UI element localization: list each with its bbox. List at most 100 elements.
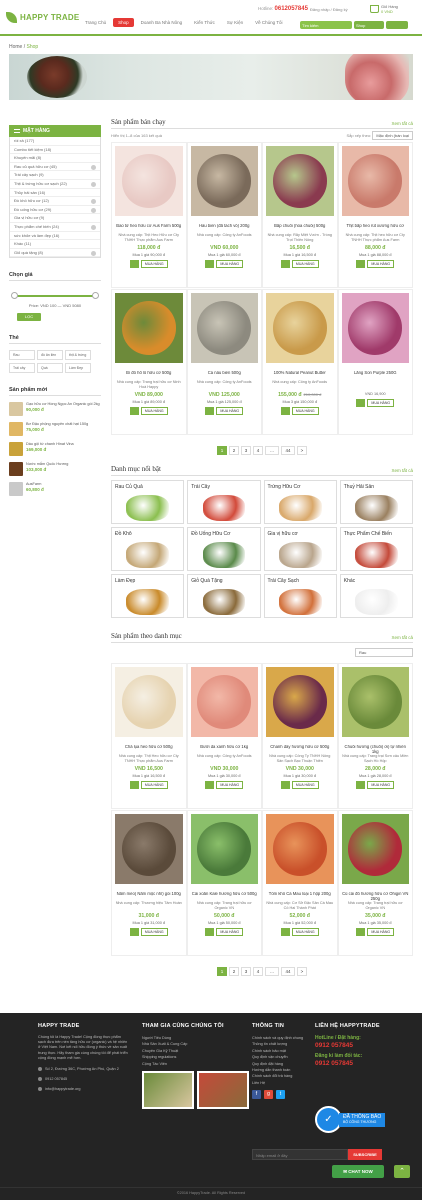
view-all-link[interactable]: Xem tất cả	[391, 121, 413, 126]
product-name[interactable]: Thịt bắp heo rút xương hữu cơ	[342, 224, 410, 233]
buy-button[interactable]: MUA HÀNG	[367, 781, 395, 789]
buy-button[interactable]: MUA HÀNG	[140, 407, 168, 415]
page-link[interactable]: 2	[229, 446, 239, 455]
category-item[interactable]: Giỏ quà tặng (8)	[10, 249, 100, 258]
cart-icon[interactable]	[356, 928, 366, 936]
slider-min-handle[interactable]	[11, 292, 18, 300]
page-link[interactable]: 3	[241, 967, 251, 976]
cart-icon[interactable]	[129, 928, 139, 936]
logo[interactable]: HAPPY TRADE	[6, 11, 80, 23]
product-image[interactable]	[190, 146, 258, 216]
product-image[interactable]	[341, 293, 409, 363]
page-link[interactable]: 3	[241, 446, 251, 455]
buy-button[interactable]: MUA HÀNG	[216, 781, 244, 789]
product-name[interactable]: Lăng Son Purple 250G	[342, 371, 410, 380]
page-link[interactable]: 4	[253, 967, 263, 976]
cart-button[interactable]: Giỏ Hàng 0 VND	[370, 4, 398, 14]
nav-knowledge[interactable]: Kiến Thức	[189, 18, 220, 27]
filter-button[interactable]: LỌC	[17, 313, 41, 322]
new-product-image[interactable]	[9, 462, 23, 477]
product-image[interactable]	[266, 667, 334, 737]
price-slider[interactable]	[11, 292, 99, 300]
tag-item[interactable]: thịt & trứng	[65, 350, 91, 361]
product-image[interactable]	[190, 667, 258, 737]
product-image[interactable]	[115, 667, 183, 737]
catalog-tile[interactable]: Giỏ Quà Tặng	[187, 574, 261, 618]
footer-hotline[interactable]: 0912 057845	[315, 1042, 415, 1050]
page-link[interactable]: ...	[265, 446, 279, 455]
product-image[interactable]	[266, 146, 334, 216]
catalog-tile[interactable]: Trái Cây Sạch	[263, 574, 337, 618]
subscribe-button[interactable]: SUBSCRIBE	[348, 1149, 382, 1160]
cart-icon[interactable]	[205, 260, 215, 268]
twitter-icon[interactable]: t	[276, 1090, 285, 1100]
new-product-item[interactable]: Gạo hữu cơ Hồng Ngọc An Organic gói 2kg 9…	[9, 402, 101, 417]
footer-info-link[interactable]: Liên Hệ	[252, 1080, 310, 1086]
search-button[interactable]	[386, 21, 408, 29]
buy-button[interactable]: MUA HÀNG	[216, 407, 244, 415]
cart-icon[interactable]	[205, 928, 215, 936]
nav-farmers[interactable]: Doanh Ba Nhà Nông	[136, 18, 188, 27]
cart-icon[interactable]	[356, 399, 366, 407]
category-item[interactable]: Thủy hải sản (16)	[10, 189, 100, 198]
ministry-badge[interactable]: ✓ ĐÃ THÔNG BÁO BỘ CÔNG THƯƠNG	[315, 1106, 386, 1133]
product-image[interactable]	[341, 146, 409, 216]
page-link[interactable]: ...	[265, 967, 279, 976]
search-input[interactable]: Tìm kiếm	[300, 21, 352, 29]
footer-photo-1[interactable]	[142, 1071, 194, 1110]
category-item[interactable]: Đồ uống hữu cơ (29)	[10, 206, 100, 215]
cart-icon[interactable]	[205, 407, 215, 415]
category-item[interactable]: rồi xả (177)	[10, 137, 100, 146]
category-item[interactable]: Gia vị hữu cơ (9)	[10, 214, 100, 223]
catalog-tile[interactable]: Khác	[339, 574, 413, 618]
product-image[interactable]	[115, 146, 183, 216]
catalog-view-all[interactable]: Xem tất cả	[391, 468, 413, 473]
product-name[interactable]: Chuối hương (chuối) ơi) tự nhiên 1kg	[342, 745, 410, 754]
facebook-icon[interactable]: f	[252, 1090, 261, 1100]
expand-icon[interactable]	[91, 164, 96, 170]
catalog-tile[interactable]: Rau Củ Quả	[111, 480, 185, 524]
category-item[interactable]: sức khỏe và làm đẹp (16)	[10, 232, 100, 241]
buy-button[interactable]: MUA HÀNG	[140, 260, 168, 268]
buy-button[interactable]: MUA HÀNG	[367, 399, 395, 407]
catalog-tile[interactable]: Trứng Hữu Cơ	[263, 480, 337, 524]
buy-button[interactable]: MUA HÀNG	[140, 928, 168, 936]
page-link[interactable]: 44	[281, 446, 295, 455]
tag-item[interactable]: Rau	[9, 350, 35, 361]
page-link[interactable]: >	[297, 446, 307, 455]
page-link[interactable]: 2	[229, 967, 239, 976]
catalog-tile[interactable]: Đồ Uống Hữu Cơ	[187, 527, 261, 571]
new-product-item[interactable]: Dầu gội từ chanh Hinat Vina 169,000 đ	[9, 442, 101, 457]
buy-button[interactable]: MUA HÀNG	[216, 260, 244, 268]
page-link[interactable]: 44	[281, 967, 295, 976]
footer-email[interactable]: info@happytrade.org	[38, 1087, 130, 1092]
page-link[interactable]: 1	[217, 446, 227, 455]
tag-item[interactable]: Quà	[37, 363, 63, 374]
cart-icon[interactable]	[129, 260, 139, 268]
expand-icon[interactable]	[91, 181, 96, 187]
category-item[interactable]: Khuyến mãi (8)	[10, 154, 100, 163]
buy-button[interactable]: MUA HÀNG	[216, 928, 244, 936]
nav-home[interactable]: Trang Chủ	[80, 18, 111, 27]
expand-icon[interactable]	[91, 207, 96, 213]
product-image[interactable]	[115, 814, 183, 884]
buy-button[interactable]: MUA HÀNG	[291, 407, 319, 415]
product-name[interactable]: Cải xoăn Kale hương hữu cơ 500g	[191, 892, 259, 901]
new-product-image[interactable]	[9, 402, 23, 417]
nav-about[interactable]: Về Chúng Tôi	[250, 18, 287, 27]
new-product-image[interactable]	[9, 422, 23, 437]
page-link[interactable]: 1	[217, 967, 227, 976]
footer-photo-2[interactable]	[197, 1071, 249, 1110]
expand-icon[interactable]	[91, 224, 96, 230]
category-item[interactable]: Rau củ quả hữu cơ (45)	[10, 163, 100, 172]
new-product-item[interactable]: AusFarm 60,800 đ	[9, 482, 101, 497]
category-item[interactable]: Combo tiết kiệm (18)	[10, 146, 100, 155]
buy-button[interactable]: MUA HÀNG	[367, 260, 395, 268]
login-link[interactable]: Đăng nhập / Đăng ký	[310, 7, 348, 12]
nav-events[interactable]: Sự Kiện	[222, 18, 248, 27]
page-link[interactable]: 4	[253, 446, 263, 455]
search-scope-select[interactable]: Shop	[354, 21, 384, 29]
product-name[interactable]: Củ cải đỏ hương hữu cơ Ohigin VN 250g	[342, 892, 410, 901]
cart-icon[interactable]	[129, 407, 139, 415]
new-product-image[interactable]	[9, 482, 23, 497]
